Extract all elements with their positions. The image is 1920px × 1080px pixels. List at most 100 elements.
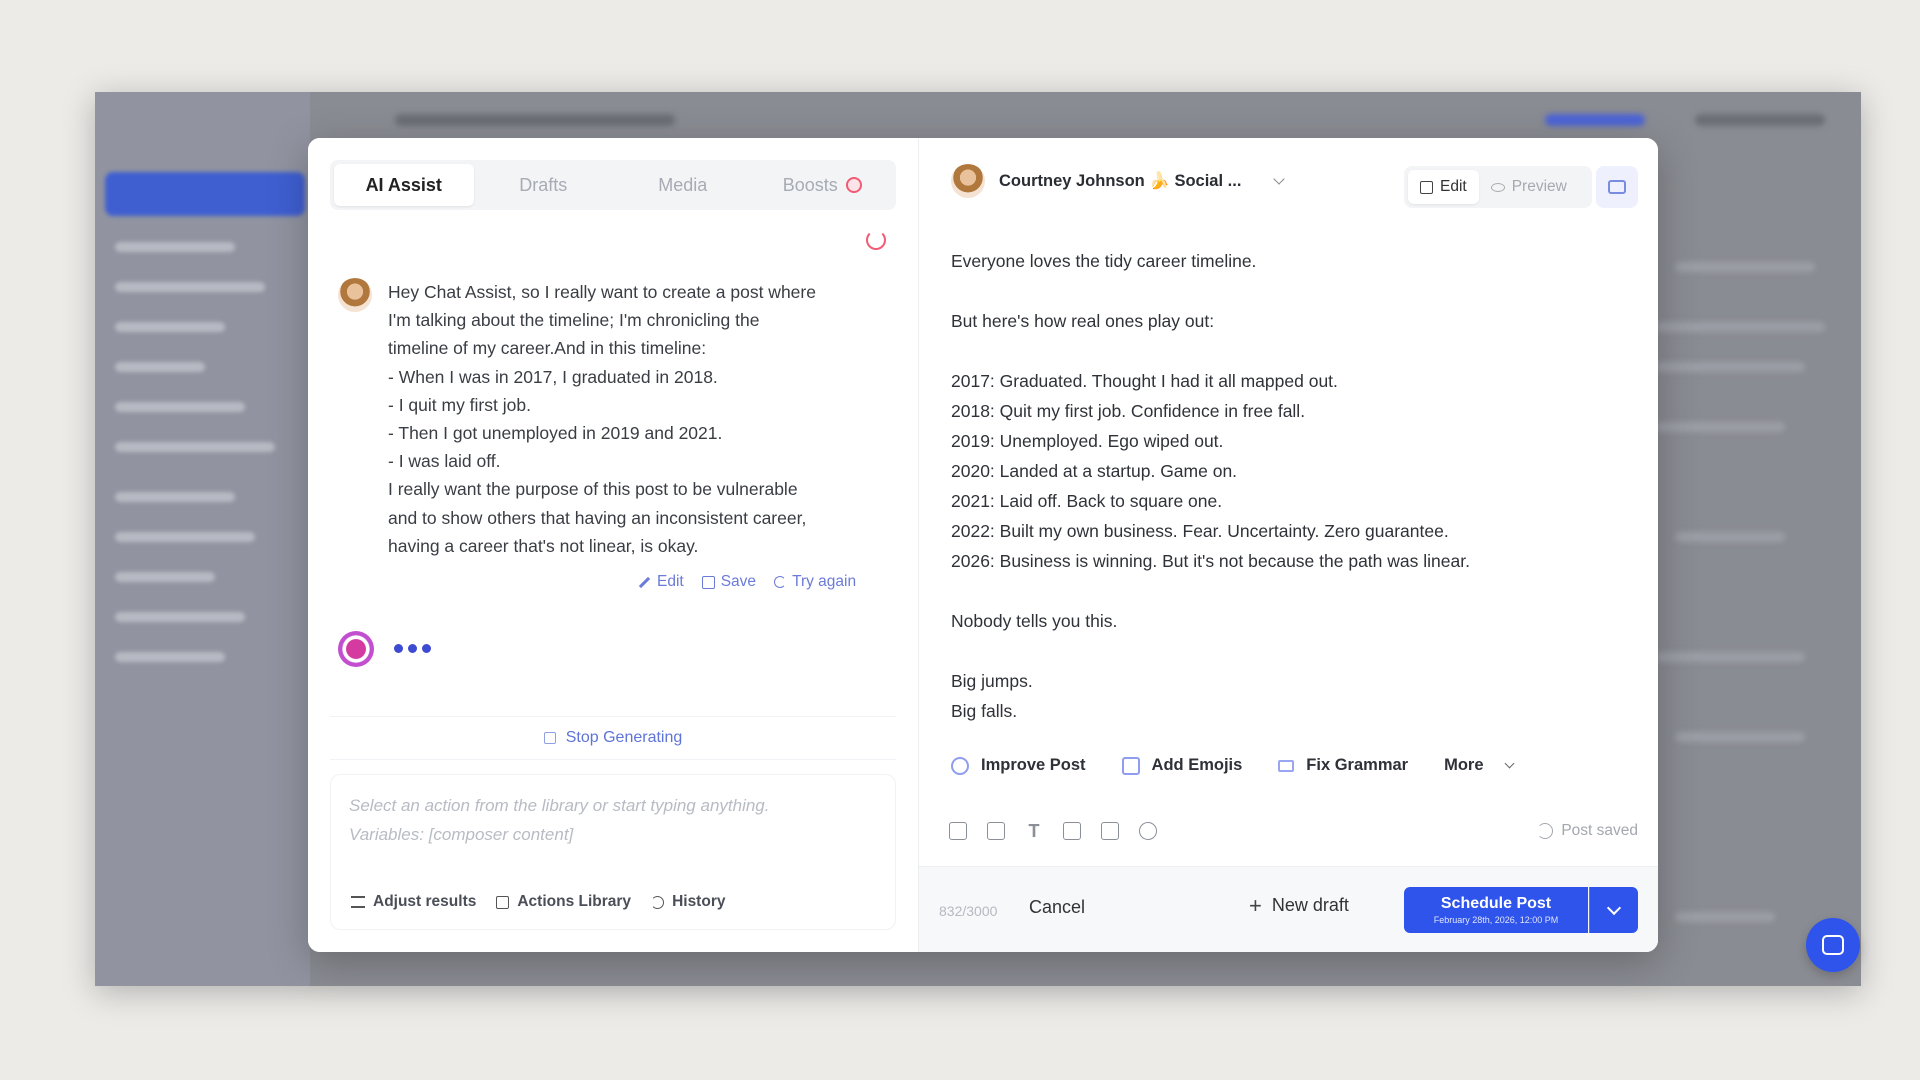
message-line: - When I was in 2017, I graduated in 201… xyxy=(388,366,718,387)
chevron-down-icon xyxy=(1606,900,1622,915)
message-line: having a career that's not linear, is ok… xyxy=(388,535,699,556)
user-message-text: Hey Chat Assist, so I really want to cre… xyxy=(388,278,816,560)
schedule-post-button[interactable]: Schedule Post February 28th, 2026, 12:00… xyxy=(1404,887,1588,933)
edit-icon xyxy=(1420,180,1433,194)
post-line xyxy=(951,276,1631,306)
new-draft-label: New draft xyxy=(1271,895,1349,915)
media-preview-button[interactable] xyxy=(1596,166,1638,208)
message-line: I'm talking about the timeline; I'm chro… xyxy=(388,310,760,331)
sparkle-icon xyxy=(951,756,969,775)
post-line: Nobody tells you this. xyxy=(951,611,1118,631)
fix-grammar-button[interactable]: Fix Grammar xyxy=(1278,756,1408,775)
ai-assist-pane: AI Assist Drafts Media Boosts Hey Chat A… xyxy=(308,138,1123,952)
account-selector[interactable]: Courtney Johnson 🍌 Social ... xyxy=(951,164,1286,198)
history-icon xyxy=(651,895,665,909)
message-line: - Then I got unemployed in 2019 and 2021… xyxy=(388,423,723,444)
gif-icon[interactable] xyxy=(1101,822,1119,840)
pencil-icon xyxy=(638,576,651,588)
edit-preview-toggle: Edit Preview xyxy=(1404,166,1592,208)
editor-footer: 832/3000 Cancel + New draft Schedule Pos… xyxy=(919,866,1658,952)
chevron-down-icon xyxy=(1504,758,1514,769)
post-line: 2019: Unemployed. Ego wiped out. xyxy=(951,431,1224,451)
cancel-button[interactable]: Cancel xyxy=(1029,897,1085,918)
save-message-label: Save xyxy=(720,573,757,590)
plus-icon: + xyxy=(1249,892,1262,918)
post-saved-status: Post saved xyxy=(1537,822,1638,840)
emoji-icon[interactable] xyxy=(1139,822,1157,840)
edit-message-button[interactable]: Edit xyxy=(638,573,684,591)
tab-drafts[interactable]: Drafts xyxy=(474,164,614,206)
background-sidebar xyxy=(95,92,310,986)
save-message-button[interactable]: Save xyxy=(701,573,757,591)
assistant-avatar xyxy=(338,631,374,667)
add-emojis-button[interactable]: Add Emojis xyxy=(1121,756,1243,775)
image-icon[interactable] xyxy=(949,822,967,840)
character-count: 832/3000 xyxy=(939,903,998,919)
tab-boosts-label: Boosts xyxy=(782,174,838,195)
schedule-options-dropdown[interactable] xyxy=(1589,887,1638,933)
ai-prompt-input[interactable]: Select an action from the library or sta… xyxy=(330,774,896,930)
user-avatar xyxy=(338,278,372,312)
post-editor-pane: Courtney Johnson 🍌 Social ... Edit Previ… xyxy=(918,138,1658,952)
refresh-icon[interactable] xyxy=(866,230,886,250)
new-draft-button[interactable]: + New draft xyxy=(1249,892,1349,918)
actions-library-button[interactable]: Actions Library xyxy=(496,893,631,911)
document-icon[interactable] xyxy=(1063,822,1081,840)
history-label: History xyxy=(672,893,726,910)
sliders-icon xyxy=(351,896,365,908)
stop-generating-button[interactable]: Stop Generating xyxy=(330,716,896,760)
edit-mode-button[interactable]: Edit xyxy=(1408,170,1479,204)
tab-media[interactable]: Media xyxy=(613,164,753,206)
history-button[interactable]: History xyxy=(651,893,725,911)
post-content-editor[interactable]: Everyone loves the tidy career timeline.… xyxy=(951,246,1631,726)
post-line xyxy=(951,336,1631,366)
message-line: I really want the purpose of this post t… xyxy=(388,479,798,500)
adjust-results-label: Adjust results xyxy=(373,893,477,910)
preview-mode-button[interactable]: Preview xyxy=(1479,170,1579,204)
try-again-label: Try again xyxy=(792,573,857,590)
message-actions: Edit Save Try again xyxy=(638,573,856,591)
grammar-icon xyxy=(1278,759,1295,772)
eye-icon xyxy=(1490,182,1505,192)
prompt-tools: Adjust results Actions Library History xyxy=(351,893,725,911)
account-avatar xyxy=(951,164,985,198)
message-line: Hey Chat Assist, so I really want to cre… xyxy=(388,282,816,302)
adjust-results-button[interactable]: Adjust results xyxy=(351,893,476,911)
more-actions-dropdown[interactable]: More xyxy=(1444,756,1514,775)
text-format-icon[interactable]: T xyxy=(1025,822,1043,840)
add-emojis-label: Add Emojis xyxy=(1151,756,1243,774)
fix-grammar-label: Fix Grammar xyxy=(1306,756,1409,774)
message-line: - I was laid off. xyxy=(388,451,501,472)
prompt-placeholder-line2: Variables: [composer content] xyxy=(349,825,574,844)
account-name: Courtney Johnson 🍌 Social ... xyxy=(999,171,1242,190)
edit-mode-label: Edit xyxy=(1440,178,1467,195)
post-line: 2020: Landed at a startup. Game on. xyxy=(951,461,1238,481)
ai-quick-actions: Improve Post Add Emojis Fix Grammar More xyxy=(951,756,1514,775)
post-line: 2026: Business is winning. But it's not … xyxy=(951,551,1470,571)
post-line: 2021: Laid off. Back to square one. xyxy=(951,491,1223,511)
improve-post-label: Improve Post xyxy=(981,756,1086,774)
tab-boosts[interactable]: Boosts xyxy=(753,164,893,206)
post-line: Big falls. xyxy=(951,701,1018,721)
message-line: and to show others that having an incons… xyxy=(388,507,807,528)
library-icon xyxy=(496,895,510,909)
improve-post-button[interactable]: Improve Post xyxy=(951,756,1086,775)
post-line: 2022: Built my own business. Fear. Uncer… xyxy=(951,521,1449,541)
chevron-down-icon xyxy=(1273,173,1286,185)
user-chat-message: Hey Chat Assist, so I really want to cre… xyxy=(338,278,898,560)
message-line: - I quit my first job. xyxy=(388,394,531,415)
retry-icon xyxy=(774,576,787,588)
saved-icon xyxy=(1537,823,1554,839)
post-line: 2018: Quit my first job. Confidence in f… xyxy=(951,401,1306,421)
message-line: timeline of my career.And in this timeli… xyxy=(388,338,707,359)
emoji-edit-icon xyxy=(1121,756,1140,775)
prompt-placeholder-line1: Select an action from the library or sta… xyxy=(349,796,770,815)
typing-indicator xyxy=(394,640,436,658)
copy-icon[interactable] xyxy=(987,822,1005,840)
support-chat-button[interactable] xyxy=(1806,918,1860,972)
try-again-button[interactable]: Try again xyxy=(774,573,856,591)
post-composer-modal: AI Assist Drafts Media Boosts Hey Chat A… xyxy=(308,138,1658,952)
actions-library-label: Actions Library xyxy=(517,893,632,910)
tab-ai-assist[interactable]: AI Assist xyxy=(334,164,474,206)
video-icon xyxy=(1608,180,1626,194)
